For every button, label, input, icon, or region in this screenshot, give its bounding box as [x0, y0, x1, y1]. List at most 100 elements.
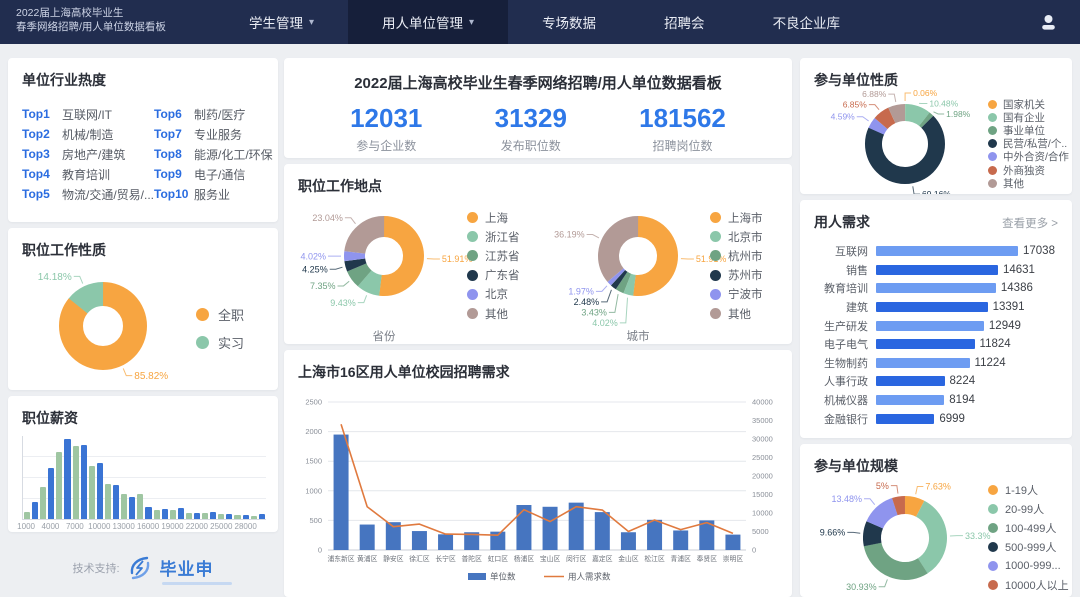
- stat-openings-label: 招聘岗位数: [639, 137, 726, 154]
- district-x-label: 嘉定区: [592, 554, 613, 563]
- x-tick-label: 4000: [42, 522, 60, 531]
- histogram-bar: [243, 515, 249, 519]
- user-avatar-icon[interactable]: [1039, 13, 1058, 32]
- province-axis-label: 省份: [284, 328, 484, 344]
- rank-label: Top9: [154, 167, 194, 181]
- legend-dot: [710, 231, 721, 242]
- stat-positions-label: 发布职位数: [495, 137, 567, 154]
- pie-label-leader: [338, 281, 350, 286]
- legend-label: 浙江省: [485, 229, 520, 245]
- histogram-bar: [32, 502, 38, 519]
- legend-label: 其他: [1003, 176, 1024, 191]
- chevron-down-icon: ▾: [469, 17, 474, 28]
- rank-label: Top7: [154, 127, 194, 141]
- legend-dot: [988, 139, 997, 148]
- demand-row: 电子电气11824: [806, 335, 1062, 354]
- district-bar: [360, 525, 375, 550]
- pie-label-leader: [891, 486, 898, 494]
- legend-item: 全职: [196, 300, 244, 328]
- legend-label: 广东省: [485, 267, 520, 283]
- chevron-down-icon: ▾: [309, 17, 314, 28]
- industry-name: 能源/化工/环保: [194, 146, 273, 163]
- job-nature-legend: 全职实习: [196, 300, 244, 356]
- histogram-bar: [24, 512, 30, 519]
- histogram-bar: [218, 514, 224, 519]
- industry-rank-item: Top9电子/通信: [154, 164, 273, 184]
- logo-line2: 春季网络招聘/用人单位数据看板: [16, 20, 201, 34]
- pie-label-leader: [596, 286, 607, 292]
- district-bar: [621, 532, 636, 550]
- nav-item-1[interactable]: 学生管理 ▾: [215, 0, 348, 44]
- demand-value: 11224: [975, 357, 1006, 369]
- legend-item: 100-499人: [988, 518, 1069, 537]
- industry-name: 互联网/IT: [62, 106, 112, 123]
- demand-row: 生物制药11224: [806, 354, 1062, 373]
- district-x-label: 金山区: [618, 554, 639, 563]
- histogram-bar: [40, 487, 46, 519]
- left-axis-tick: 2500: [305, 398, 322, 407]
- legend-label: 500-999人: [1005, 539, 1056, 555]
- legend-label: 上海: [485, 210, 508, 226]
- stat-positions: 31329 发布职位数: [495, 103, 567, 154]
- legend-dot: [467, 231, 478, 242]
- demand-bar: [876, 265, 998, 275]
- x-tick-label: 28000: [235, 522, 257, 531]
- x-tick-label: 1000: [17, 522, 35, 531]
- demand-bar: [876, 395, 944, 405]
- rank-label: Top8: [154, 147, 194, 161]
- pie-percent-label: 0.06%: [913, 90, 938, 98]
- legend-item: 1-19人: [988, 480, 1069, 499]
- demand-bar: [876, 339, 975, 349]
- demand-bar: [876, 246, 1018, 256]
- legend-dot: [988, 126, 997, 135]
- histogram-bar: [73, 446, 79, 519]
- view-more-link[interactable]: 查看更多 >: [1002, 215, 1058, 231]
- demand-value: 11824: [980, 338, 1011, 350]
- left-axis-tick: 500: [309, 516, 322, 525]
- panel-industry-heat: 单位行业热度 Top1互联网/ITTop2机械/制造Top3房地产/建筑Top4…: [8, 58, 278, 222]
- stat-openings: 181562 招聘岗位数: [639, 103, 726, 154]
- rank-label: Top1: [22, 107, 62, 121]
- x-tick-label: 16000: [137, 522, 159, 531]
- nav-item-label: 招聘会: [664, 12, 705, 32]
- legend-item: 北京: [467, 285, 520, 304]
- district-bar: [438, 534, 453, 550]
- nav-item-2[interactable]: 用人单位管理 ▾: [348, 0, 508, 44]
- demand-row: 机械仪器8194: [806, 391, 1062, 410]
- legend-item: 宁波市: [710, 285, 763, 304]
- nav-item-3[interactable]: 专场数据: [508, 0, 630, 44]
- legend-dot: [467, 289, 478, 300]
- industry-rank-item: Top3房地产/建筑: [22, 144, 154, 164]
- rank-label: Top2: [22, 127, 62, 141]
- rank-label: Top6: [154, 107, 194, 121]
- stat-positions-value: 31329: [495, 103, 567, 134]
- pie-percent-label: 10.48%: [929, 98, 958, 108]
- pie-percent-label: 36.19%: [554, 230, 585, 240]
- right-axis-tick: 10000: [752, 509, 773, 518]
- legend-dot: [988, 113, 997, 122]
- legend-dot: [988, 523, 998, 533]
- legend-label: 上海市: [728, 210, 763, 226]
- industry-name: 房地产/建筑: [62, 146, 125, 163]
- pie-percent-label: 7.35%: [310, 281, 336, 291]
- panel-job-location: 职位工作地点 23.04%4.02%4.25%7.35%9.43%51.91% …: [284, 164, 792, 344]
- nav-item-label: 用人单位管理: [382, 12, 463, 32]
- nav-item-label: 学生管理: [249, 12, 303, 32]
- legend-bar-label: 单位数: [490, 572, 516, 582]
- nav-item-5[interactable]: 不良企业库: [739, 0, 875, 44]
- demand-bar: [876, 358, 970, 368]
- brand-logo-icon: [127, 555, 153, 581]
- app-logo: 2022届上海高校毕业生 春季网络招聘/用人单位数据看板: [0, 0, 215, 44]
- pie-label-leader: [857, 117, 869, 121]
- demand-row: 建筑13391: [806, 298, 1062, 317]
- legend-item: 杭州市: [710, 246, 763, 265]
- histogram-bar: [210, 512, 216, 519]
- pie-percent-label: 4.25%: [302, 264, 328, 274]
- nav-item-4[interactable]: 招聘会: [630, 0, 739, 44]
- industry-name: 物流/交通/贸易/...: [62, 186, 154, 203]
- nav-menu: 学生管理 ▾ 用人单位管理 ▾ 专场数据 招聘会 不良企业库: [215, 0, 874, 44]
- stat-companies: 12031 参与企业数: [350, 103, 422, 154]
- pie-percent-label: 6.88%: [862, 90, 887, 99]
- industry-rank-item: Top10服务业: [154, 184, 273, 204]
- histogram-bar: [64, 439, 70, 520]
